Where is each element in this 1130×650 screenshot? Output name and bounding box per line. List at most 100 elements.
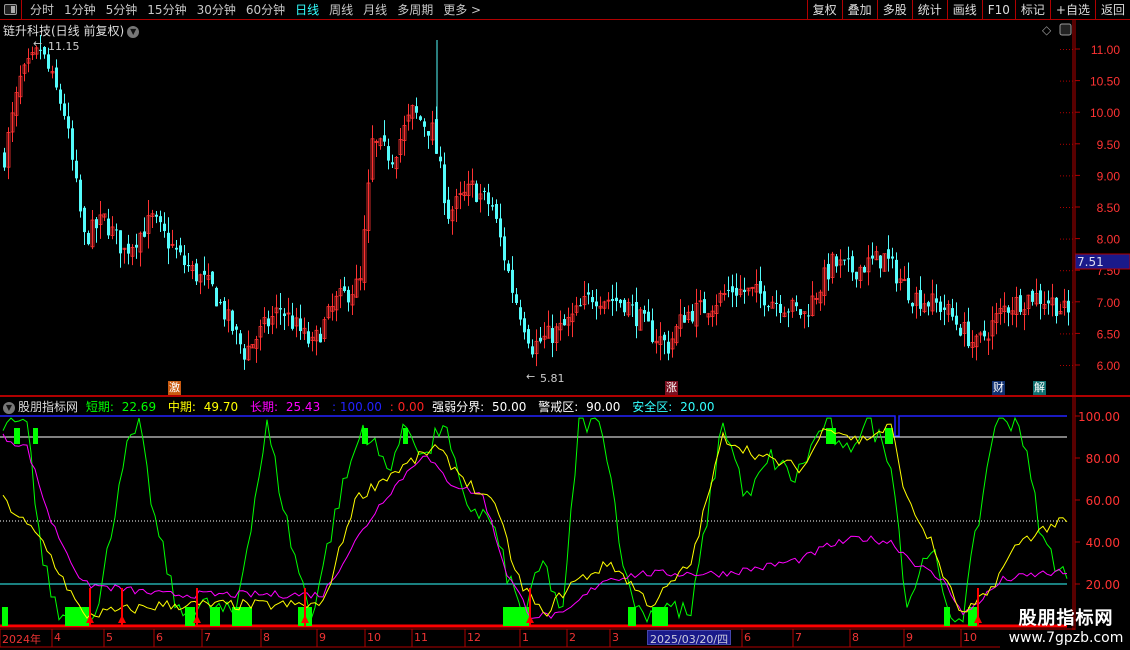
candle-body [439,156,442,162]
event-marker[interactable]: 涨 [665,381,678,395]
candle-body [231,310,234,331]
candle-body [267,318,270,327]
candle-body [71,128,74,160]
signal-block-bottom [944,607,950,626]
signal-block-top [14,428,20,444]
candle-body [75,160,78,179]
grid-dot [1069,365,1070,366]
indicator-axis-label: 20.00 [1086,578,1120,592]
grid-dot [1066,80,1067,82]
candle-body [67,116,70,129]
candle-body [631,304,634,306]
signal-block-top [33,428,38,444]
candle-body [159,216,162,223]
candle-body [499,218,502,238]
date-axis-label: 3 [612,631,619,644]
grid-dot [1069,333,1070,335]
candle-body [95,219,98,229]
candle-body [387,146,390,161]
candle-body [163,223,166,232]
candle-body [423,121,426,127]
signal-block-bottom [2,607,8,626]
date-axis-label: 6 [744,631,751,644]
grid-dot [1072,270,1073,272]
date-axis-label: 8 [852,631,859,644]
candle-body [143,231,146,237]
date-axis-label: 11 [414,631,428,644]
date-axis-label: 9 [319,631,326,644]
candle-body [187,264,190,267]
watermark-logo: 股朋指标网 www.7gpzb.com [1004,604,1128,646]
candle-body [283,313,286,317]
candle-body [1039,290,1042,304]
candle-body [179,245,182,253]
candle-body [795,302,798,307]
grid-dot [1069,112,1070,114]
candle-body [591,297,594,303]
current-price-label: 7.51 [1077,255,1104,269]
candle-body [911,302,914,307]
event-marker[interactable]: 财 [992,381,1005,395]
candle-body [735,287,738,296]
candle-body [483,190,486,192]
candle-body [523,318,526,333]
chart-canvas[interactable]: ◇11.0010.5010.009.509.008.508.007.507.00… [0,0,1130,650]
grid-dot [1060,175,1061,177]
candle-body [383,135,386,142]
candle-body [443,164,446,204]
candle-body [887,249,890,259]
grid-dot [1072,333,1073,335]
logo-line2: www.7gpzb.com [1008,630,1124,646]
grid-dot [1063,80,1064,82]
candle-body [779,303,782,313]
candle-body [47,54,50,69]
candle-body [787,311,790,313]
candle-body [835,256,838,267]
candle-body [683,315,686,323]
candle-body [983,330,986,337]
candle-body [703,299,706,314]
candle-body [487,192,490,205]
candle-body [611,298,614,301]
price-axis-label: 11.00 [1091,43,1120,57]
candle-body [291,315,294,329]
grid-dot [1060,238,1061,240]
arrow-left-icon: ← [526,370,535,383]
candle-body [891,256,894,259]
price-axis-label: 9.50 [1097,138,1121,152]
candle-body [843,259,846,261]
grid-dot [1060,143,1061,145]
price-axis-label: 10.00 [1090,106,1120,120]
candle-body [647,311,650,322]
grid-dot [1060,301,1061,303]
candle-body [43,47,46,55]
grid-dot [1063,49,1064,50]
candle-body [243,348,246,360]
candle-body [135,244,138,248]
candle-body [1007,307,1010,313]
grid-dot [1060,270,1061,272]
event-marker[interactable]: 解 [1033,381,1046,395]
diamond-icon: ◇ [1042,23,1052,37]
candle-body [731,286,734,293]
candle-body [663,334,666,341]
grid-dot [1063,333,1064,335]
grid-dot [1069,143,1070,145]
candle-body [807,315,810,317]
date-axis-label: 7 [795,631,802,644]
candle-body [775,302,778,304]
candle-body [83,207,86,233]
candle-body [107,218,110,236]
price-axis-label: 8.50 [1097,201,1121,215]
date-axis-label: 12 [467,631,481,644]
date-axis-label: 2024年 [2,633,41,646]
grid-dot [1066,207,1067,208]
grid-dot [1072,175,1073,177]
indicator-axis-label: 100.00 [1078,410,1120,424]
grid-dot [1060,80,1061,82]
event-marker[interactable]: 激 [168,381,181,395]
price-axis-label: 6.00 [1097,359,1121,373]
candle-body [495,204,498,219]
grid-dot [1066,143,1067,145]
date-axis-label: 10 [367,631,381,644]
